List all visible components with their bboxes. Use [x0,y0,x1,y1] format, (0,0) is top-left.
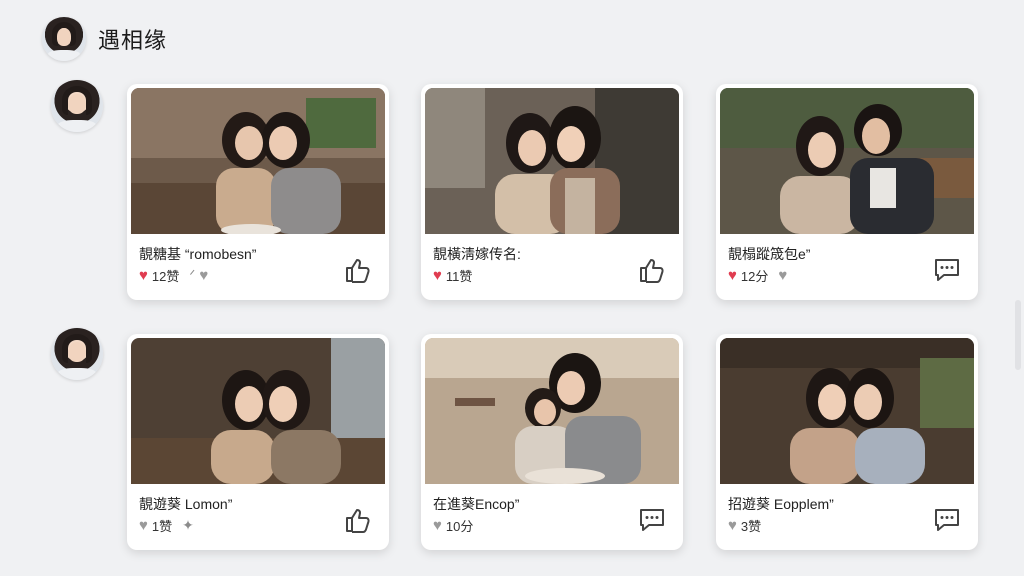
post-stats: ♥ 12赞 ᐟ ♥ [139,266,208,285]
like-count: 10分 [445,519,474,534]
post-card[interactable]: 靚榻蹤筬包e” ♥ 12分 ♥ [716,84,978,300]
thumbs-up-icon [346,509,370,533]
comment-button[interactable] [932,506,962,534]
scrollbar[interactable] [1015,300,1021,370]
heart-icon[interactable]: ♥ [778,268,787,283]
post-caption: 靚橫淸嫁传名: [433,246,521,262]
hand-icon: ᐟ [189,267,196,283]
like-count: 12赞 [151,269,180,284]
comment-icon [640,509,664,531]
like-heart-icon[interactable]: ♥ [433,518,442,533]
post-caption: 靚榻蹤筬包e” [728,246,811,262]
post-stats: ♥ 10分 [433,516,473,535]
thumbs-up-icon [640,259,664,283]
post-stats: ♥ 11赞 [433,266,472,285]
post-photo[interactable] [720,338,974,484]
post-card[interactable]: 靚糖基 “romobesn” ♥ 12赞 ᐟ ♥ [127,84,389,300]
header-avatar[interactable] [42,17,86,61]
heart-icon[interactable]: ♥ [199,268,208,283]
like-count: 12分 [740,269,769,284]
post-photo[interactable] [425,88,679,234]
thumbs-up-button[interactable] [637,256,667,284]
like-count: 11赞 [445,269,473,284]
post-caption: 靚遊葵 Lomon” [139,496,233,512]
thumbs-up-button[interactable] [343,256,373,284]
comment-button[interactable] [932,256,962,284]
like-heart-icon[interactable]: ♥ [728,268,737,283]
comment-button[interactable] [637,506,667,534]
post-stats: ♥ 12分 ♥ [728,266,787,285]
app-title: 遇相缘 [98,28,168,53]
post-photo[interactable] [131,88,385,234]
thumbs-up-icon [346,259,370,283]
comment-icon [935,509,959,531]
like-count: 1赞 [151,519,173,534]
row-1-avatar[interactable] [51,80,103,132]
like-heart-icon[interactable]: ♥ [728,518,737,533]
post-caption: 靚糖基 “romobesn” [139,246,257,262]
like-heart-icon[interactable]: ♥ [139,518,148,533]
comment-icon [935,259,959,281]
post-card[interactable]: 招遊葵 Eopplem” ♥ 3赞 [716,334,978,550]
post-card[interactable]: 靚橫淸嫁传名: ♥ 11赞 [421,84,683,300]
row-2-avatar[interactable] [51,328,103,380]
post-caption: 在進葵Encop” [433,496,520,512]
like-heart-icon[interactable]: ♥ [139,268,148,283]
sparkle-icon: ✦ [182,517,194,533]
thumbs-up-button[interactable] [343,506,373,534]
post-photo[interactable] [425,338,679,484]
app-header: 遇相缘 [42,17,167,61]
post-card[interactable]: 靚遊葵 Lomon” ♥ 1赞 ✦ [127,334,389,550]
post-caption: 招遊葵 Eopplem” [728,496,834,512]
post-card[interactable]: 在進葵Encop” ♥ 10分 [421,334,683,550]
like-heart-icon[interactable]: ♥ [433,268,442,283]
like-count: 3赞 [740,519,762,534]
post-photo[interactable] [131,338,385,484]
post-photo[interactable] [720,88,974,234]
post-stats: ♥ 1赞 ✦ [139,516,194,535]
post-stats: ♥ 3赞 [728,516,761,535]
